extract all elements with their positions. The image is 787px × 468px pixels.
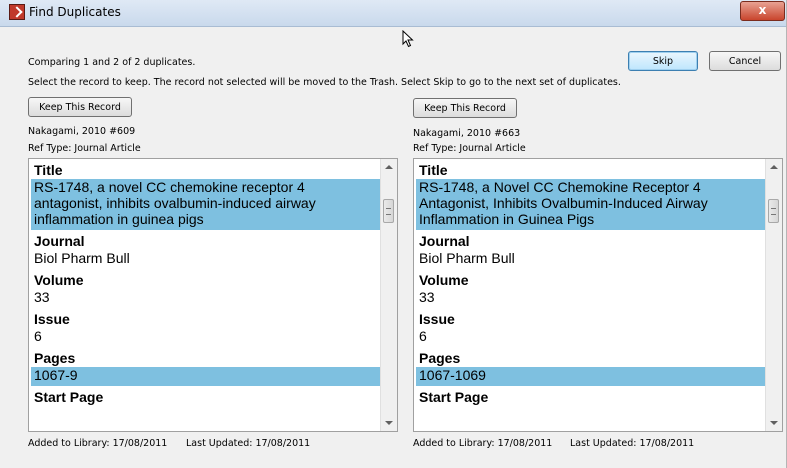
field-label-journal: Journal [419, 233, 470, 249]
field-label-pages: Pages [34, 350, 76, 366]
left-record-fields: Title RS-1748, a novel CC chemokine rece… [31, 159, 380, 431]
field-value-title: RS-1748, a Novel CC Chemokine Receptor 4… [416, 179, 765, 230]
field-value-title: RS-1748, a novel CC chemokine receptor 4… [31, 179, 380, 230]
field-value-volume: 33 [34, 289, 50, 305]
cancel-button[interactable]: Cancel [709, 51, 781, 71]
left-ref-id: Nakagami, 2010 #609 [28, 126, 136, 137]
field-label-start-page: Start Page [34, 389, 104, 405]
window-title: Find Duplicates [29, 5, 121, 19]
scroll-thumb[interactable] [383, 199, 394, 223]
right-scrollbar[interactable] [765, 159, 782, 431]
instructions-text: Select the record to keep. The record no… [28, 77, 621, 88]
right-record-panel[interactable]: Title RS-1748, a Novel CC Chemokine Rece… [413, 158, 783, 432]
field-value-pages: 1067-9 [31, 367, 380, 386]
title-bar: Find Duplicates x [0, 0, 787, 27]
field-value-issue: 6 [34, 328, 42, 344]
right-added-date: Added to Library: 17/08/2011 [413, 438, 553, 449]
field-value-pages: 1067-1069 [416, 367, 765, 386]
right-updated-date: Last Updated: 17/08/2011 [570, 438, 695, 449]
scroll-down-arrow-icon[interactable] [385, 421, 393, 425]
field-label-journal: Journal [34, 233, 85, 249]
right-ref-type: Ref Type: Journal Article [413, 143, 526, 154]
field-value-volume: 33 [419, 289, 435, 305]
field-label-issue: Issue [419, 311, 455, 327]
left-record-panel[interactable]: Title RS-1748, a novel CC chemokine rece… [28, 158, 398, 432]
left-ref-type: Ref Type: Journal Article [28, 143, 141, 154]
close-button[interactable]: x [740, 1, 785, 21]
right-ref-id: Nakagami, 2010 #663 [413, 128, 521, 139]
find-duplicates-window: Find Duplicates x Comparing 1 and 2 of 2… [0, 0, 787, 468]
keep-right-record-button[interactable]: Keep This Record [413, 98, 517, 118]
field-label-issue: Issue [34, 311, 70, 327]
field-value-journal: Biol Pharm Bull [419, 250, 515, 266]
comparing-status: Comparing 1 and 2 of 2 duplicates. [28, 57, 196, 68]
skip-button[interactable]: Skip [628, 51, 698, 71]
left-scrollbar[interactable] [380, 159, 397, 431]
field-label-start-page: Start Page [419, 389, 489, 405]
mouse-pointer-icon [402, 30, 414, 48]
field-label-title: Title [419, 162, 448, 178]
field-label-pages: Pages [419, 350, 461, 366]
scroll-up-arrow-icon[interactable] [770, 165, 778, 169]
field-label-volume: Volume [419, 272, 469, 288]
left-updated-date: Last Updated: 17/08/2011 [186, 438, 311, 449]
scroll-down-arrow-icon[interactable] [770, 421, 778, 425]
scroll-up-arrow-icon[interactable] [385, 165, 393, 169]
endnote-app-icon [9, 4, 25, 20]
scroll-thumb[interactable] [768, 199, 779, 223]
field-value-journal: Biol Pharm Bull [34, 250, 130, 266]
right-record-fields: Title RS-1748, a Novel CC Chemokine Rece… [416, 159, 765, 431]
field-value-issue: 6 [419, 328, 427, 344]
field-label-title: Title [34, 162, 63, 178]
left-added-date: Added to Library: 17/08/2011 [28, 438, 168, 449]
keep-left-record-button[interactable]: Keep This Record [28, 97, 132, 117]
field-label-volume: Volume [34, 272, 84, 288]
